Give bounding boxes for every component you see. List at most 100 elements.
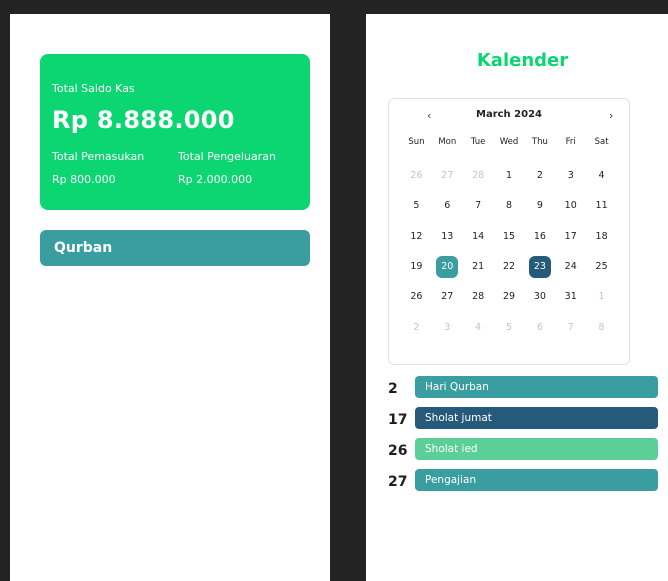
weekday-label: Mon (438, 137, 457, 147)
event-date: 26 (388, 443, 408, 459)
calendar-day[interactable]: 16 (524, 222, 555, 252)
weekday-header: Sun Mon Tue Wed Thu Fri Sat (401, 137, 617, 147)
calendar-day[interactable]: 5 (401, 191, 432, 221)
left-panel: Total Saldo Kas Rp 8.888.000 Total Pemas… (10, 14, 330, 581)
calendar-day[interactable]: 2 (524, 161, 555, 191)
calendar-day[interactable]: 12 (401, 222, 432, 252)
calendar-day-number: 1 (505, 170, 513, 182)
calendar-day-number: 18 (595, 230, 608, 242)
calendar-week: 19 20 21 22 23 24 25 (401, 252, 617, 282)
calendar-day-number: 27 (441, 291, 454, 303)
calendar-day[interactable]: 27 (432, 282, 463, 312)
event-label[interactable]: Hari Qurban (415, 376, 658, 398)
calendar-day-number: 22 (502, 261, 516, 273)
calendar-day[interactable]: 27 (432, 161, 463, 191)
event-date: 17 (388, 412, 408, 428)
month-label: March 2024 (476, 109, 542, 120)
event-label[interactable]: Sholat ied (415, 438, 658, 460)
calendar-day-number: 10 (564, 200, 577, 212)
calendar-day[interactable]: 4 (463, 312, 494, 342)
weekday-label: Fri (565, 137, 576, 147)
calendar-day[interactable]: 13 (432, 222, 463, 252)
calendar-day-selected[interactable]: 23 (524, 252, 555, 282)
calendar-day-number: 20 (436, 256, 459, 279)
calendar-day[interactable]: 10 (555, 191, 586, 221)
calendar-day[interactable]: 24 (555, 252, 586, 282)
calendar-day[interactable]: 1 (586, 282, 617, 312)
calendar: ‹ March 2024 › Sun Mon Tue Wed Thu Fri Sat 26 2… (388, 98, 630, 365)
calendar-day[interactable]: 3 (432, 312, 463, 342)
calendar-header: ‹ March 2024 › (389, 99, 629, 133)
calendar-day[interactable]: 5 (494, 312, 525, 342)
calendar-day-selected[interactable]: 20 (432, 252, 463, 282)
calendar-day[interactable]: 15 (494, 222, 525, 252)
calendar-day-number: 17 (564, 230, 577, 242)
calendar-day-number: 6 (444, 200, 451, 212)
saldo-value: Rp 8.888.000 (52, 106, 235, 134)
pemasukan-value: Rp 800.000 (52, 173, 116, 186)
saldo-label: Total Saldo Kas (52, 82, 135, 95)
calendar-day[interactable]: 18 (586, 222, 617, 252)
calendar-day-number: 4 (598, 170, 605, 182)
weekday-label: Sat (594, 137, 609, 147)
calendar-day[interactable]: 26 (401, 282, 432, 312)
calendar-grid: 26 27 28 1 2 3 4 5 6 7 8 9 10 11 12 13 14 15 16 17 18 19 20 21 2… (401, 161, 617, 343)
calendar-day[interactable]: 6 (524, 312, 555, 342)
calendar-day-number: 3 (444, 321, 451, 333)
calendar-day-number: 11 (595, 200, 608, 212)
weekday-label: Tue (470, 137, 486, 147)
saldo-card: Total Saldo Kas Rp 8.888.000 Total Pemas… (40, 54, 310, 210)
pengeluaran-label: Total Pengeluaran (178, 150, 276, 163)
calendar-day[interactable]: 1 (494, 161, 525, 191)
calendar-day-number: 7 (567, 321, 574, 333)
calendar-day-number: 7 (475, 200, 482, 212)
chevron-right-icon[interactable]: › (609, 109, 613, 122)
right-panel: Kalender ‹ March 2024 › Sun Mon Tue Wed Thu F… (366, 14, 668, 581)
calendar-week: 5 6 7 8 9 10 11 (401, 191, 617, 221)
calendar-day[interactable]: 14 (463, 222, 494, 252)
calendar-day-number: 28 (472, 170, 485, 182)
qurban-button[interactable]: Qurban (40, 230, 310, 266)
calendar-day-number: 2 (536, 170, 543, 182)
event-item: 26 Sholat ied (388, 438, 658, 469)
calendar-day-number: 3 (567, 170, 574, 182)
event-label[interactable]: Sholat jumat (415, 407, 658, 429)
calendar-day-number: 8 (598, 321, 605, 333)
calendar-day[interactable]: 30 (524, 282, 555, 312)
calendar-day-number: 29 (502, 291, 516, 303)
calendar-day[interactable]: 17 (555, 222, 586, 252)
calendar-day-number: 31 (564, 291, 577, 303)
weekday-label: Sun (408, 137, 425, 147)
calendar-day[interactable]: 26 (401, 161, 432, 191)
calendar-day[interactable]: 29 (494, 282, 525, 312)
event-item: 27 Pengajian (388, 469, 658, 500)
calendar-day[interactable]: 8 (494, 191, 525, 221)
calendar-day[interactable]: 2 (401, 312, 432, 342)
calendar-day[interactable]: 19 (401, 252, 432, 282)
calendar-day[interactable]: 7 (555, 312, 586, 342)
calendar-day[interactable]: 25 (586, 252, 617, 282)
calendar-day[interactable]: 11 (586, 191, 617, 221)
calendar-day-number: 12 (410, 230, 423, 242)
calendar-day[interactable]: 28 (463, 161, 494, 191)
calendar-day[interactable]: 31 (555, 282, 586, 312)
calendar-day[interactable]: 4 (586, 161, 617, 191)
calendar-day[interactable]: 6 (432, 191, 463, 221)
calendar-day[interactable]: 8 (586, 312, 617, 342)
calendar-day-number: 5 (505, 321, 513, 333)
calendar-day-number: 19 (410, 261, 423, 273)
calendar-day-number: 21 (472, 261, 485, 273)
calendar-day-number: 14 (472, 230, 485, 242)
calendar-day-number: 26 (410, 291, 423, 303)
calendar-day[interactable]: 7 (463, 191, 494, 221)
calendar-day[interactable]: 3 (555, 161, 586, 191)
event-item: 17 Sholat jumat (388, 407, 658, 438)
calendar-week: 26 27 28 1 2 3 4 (401, 161, 617, 191)
calendar-day[interactable]: 22 (494, 252, 525, 282)
weekday-label: Wed (499, 137, 519, 147)
calendar-day-number: 24 (564, 261, 577, 273)
event-label[interactable]: Pengajian (415, 469, 658, 491)
calendar-day[interactable]: 21 (463, 252, 494, 282)
calendar-day[interactable]: 28 (463, 282, 494, 312)
calendar-day[interactable]: 9 (524, 191, 555, 221)
